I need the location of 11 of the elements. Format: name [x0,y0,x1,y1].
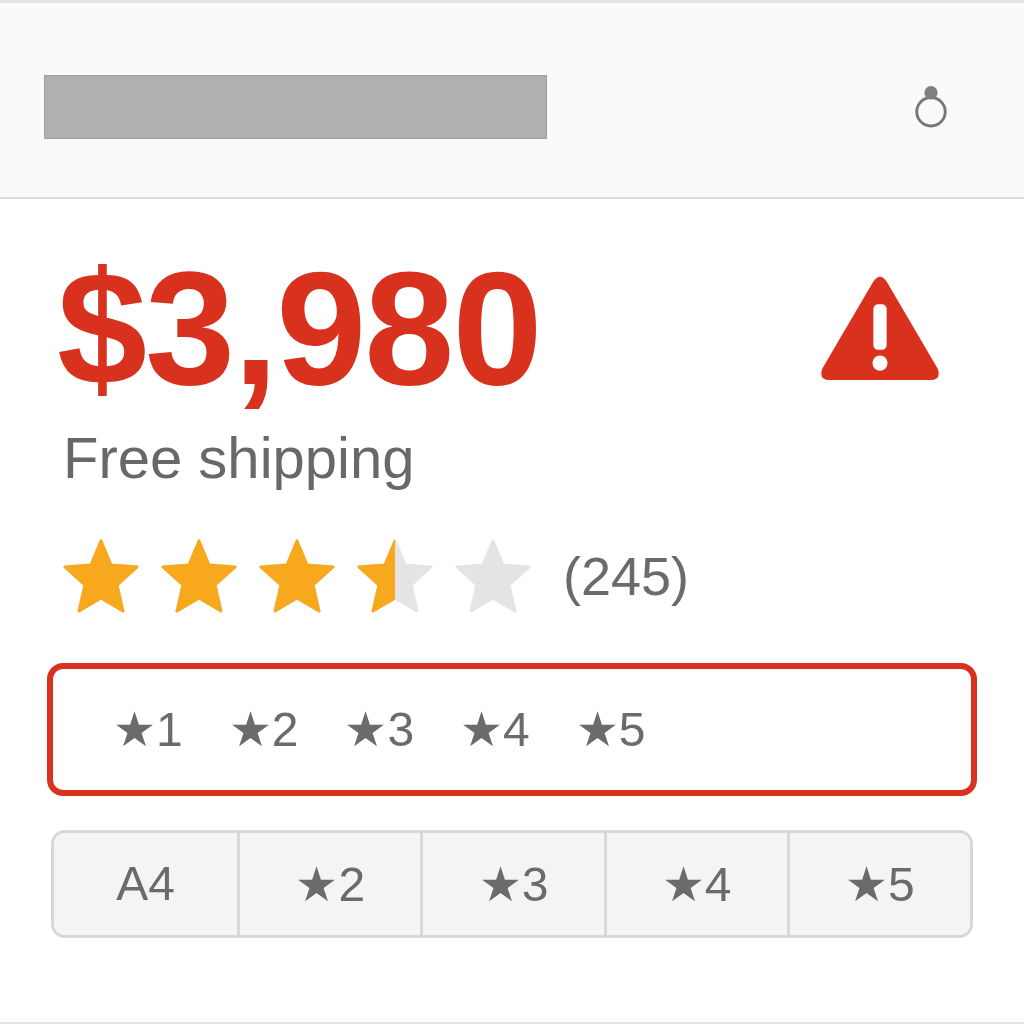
review-count: (245) [563,544,690,607]
star-filter-option[interactable]: ★3 [340,701,419,758]
ring-icon[interactable] [912,84,950,130]
star-filter-option[interactable]: ★5 [571,701,650,758]
shipping-label: Free shipping [63,424,416,493]
star-filter-option[interactable]: ★2 [224,701,303,758]
star-filter-option[interactable]: ★1 [109,701,187,758]
star-filter-option[interactable]: ★4 [456,701,534,758]
warning-icon [818,274,942,383]
price: $3,980 [57,243,541,414]
segment-tab[interactable]: ★5 [786,832,970,935]
